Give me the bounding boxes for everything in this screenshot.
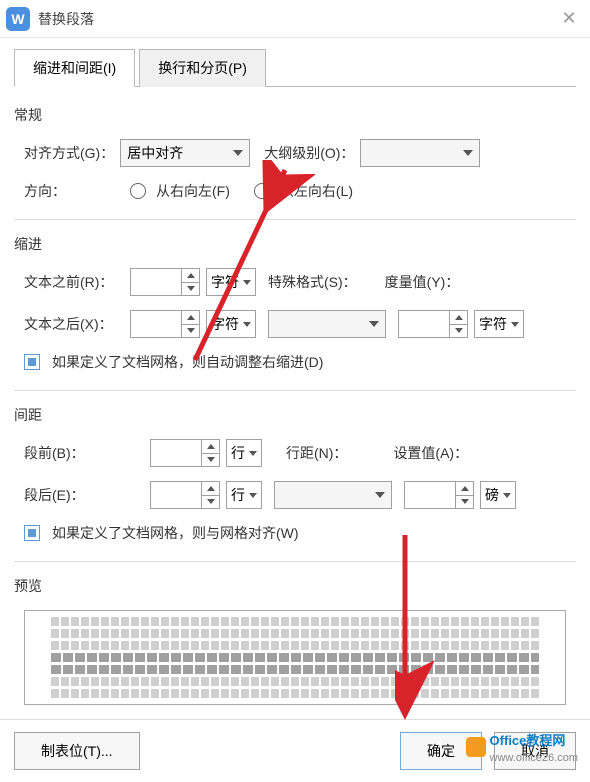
set-value-unit[interactable]: 磅 <box>480 481 516 509</box>
alignment-combo[interactable]: 居中对齐 <box>120 139 250 167</box>
indent-after-spinner[interactable] <box>130 310 200 338</box>
special-format-label: 特殊格式(S)： <box>268 272 357 292</box>
indent-before-unit[interactable]: 字符 <box>206 268 256 296</box>
set-value-label: 设置值(A)： <box>393 443 468 463</box>
space-before-spinner[interactable] <box>150 439 220 467</box>
direction-rtl-label: 从右向左(F) <box>156 181 230 201</box>
window-title: 替换段落 <box>38 9 554 29</box>
direction-rtl-radio[interactable] <box>130 183 146 199</box>
watermark-brand: Office <box>490 733 527 748</box>
indent-after-label: 文本之后(X)： <box>24 314 124 334</box>
measure-label: 度量值(Y)： <box>385 272 460 292</box>
line-spacing-combo[interactable] <box>274 481 392 509</box>
section-spacing: 间距 <box>14 390 576 425</box>
direction-ltr-radio[interactable] <box>254 183 270 199</box>
watermark-url: www.office26.com <box>490 752 578 764</box>
tab-line-page-breaks[interactable]: 换行和分页(P) <box>139 49 266 87</box>
outline-level-label: 大纲级别(O)： <box>264 143 354 163</box>
title-bar: W 替换段落 ✕ <box>0 0 590 38</box>
measure-unit[interactable]: 字符 <box>474 310 524 338</box>
indent-before-spinner[interactable] <box>130 268 200 296</box>
section-preview: 预览 <box>14 561 576 596</box>
section-indent: 缩进 <box>14 219 576 254</box>
space-before-label: 段前(B)： <box>24 443 144 463</box>
space-after-label: 段后(E)： <box>24 485 144 505</box>
outline-level-combo[interactable] <box>360 139 480 167</box>
indent-before-label: 文本之前(R)： <box>24 272 124 292</box>
watermark: Office教程网 www.office26.com <box>466 730 578 764</box>
indent-after-unit[interactable]: 字符 <box>206 310 256 338</box>
alignment-label: 对齐方式(G)： <box>24 143 114 163</box>
space-after-spinner[interactable] <box>150 481 220 509</box>
section-general: 常规 <box>14 105 576 125</box>
direction-label: 方向： <box>24 181 124 201</box>
watermark-sub: 教程网 <box>526 733 565 748</box>
auto-adjust-right-indent-checkbox[interactable] <box>24 354 40 370</box>
direction-ltr-label: 从左向右(L) <box>280 181 353 201</box>
line-spacing-label: 行距(N)： <box>286 443 347 463</box>
snap-to-grid-checkbox[interactable] <box>24 525 40 541</box>
snap-to-grid-label: 如果定义了文档网格，则与网格对齐(W) <box>52 523 299 543</box>
preview-panel <box>24 610 566 705</box>
measure-spinner[interactable] <box>398 310 468 338</box>
tabstops-button[interactable]: 制表位(T)... <box>14 732 140 770</box>
space-before-unit[interactable]: 行 <box>226 439 262 467</box>
auto-adjust-right-indent-label: 如果定义了文档网格，则自动调整右缩进(D) <box>52 352 323 372</box>
special-format-combo[interactable] <box>268 310 386 338</box>
set-value-spinner[interactable] <box>404 481 474 509</box>
space-after-unit[interactable]: 行 <box>226 481 262 509</box>
tab-indent-spacing[interactable]: 缩进和间距(I) <box>14 49 135 87</box>
close-icon[interactable]: ✕ <box>554 8 584 29</box>
app-icon: W <box>6 7 30 31</box>
watermark-icon <box>466 737 486 757</box>
tab-strip: 缩进和间距(I) 换行和分页(P) <box>14 48 576 87</box>
alignment-value: 居中对齐 <box>127 143 183 163</box>
